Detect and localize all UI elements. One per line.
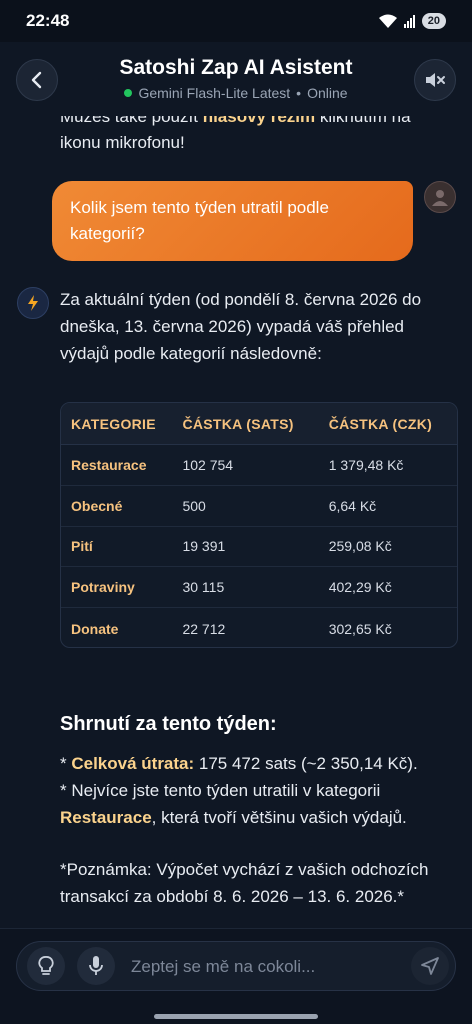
cell-sats: 500: [182, 497, 206, 514]
ai-intro-text: Za aktuální týden (od pondělí 8. června …: [60, 290, 422, 363]
cell-czk: 6,64 Kč: [328, 497, 377, 514]
speaker-muted-icon: [426, 73, 445, 87]
cell-czk: 1 379,48 Kč: [328, 456, 404, 473]
cell-sats: 22 712: [182, 620, 226, 637]
header-amount-sats: ČÁSTKA (SATS): [182, 415, 294, 432]
model-status: Gemini Flash-Lite Latest • Online: [0, 85, 472, 101]
ai-avatar: [17, 287, 49, 319]
lightbulb-icon: [38, 956, 54, 975]
user-message-bubble: Kolik jsem tento týden utratil podle kat…: [52, 181, 413, 261]
cell-czk: 302,65 Kč: [328, 620, 392, 637]
microphone-button[interactable]: [77, 947, 115, 985]
previous-ai-message: Můžeš také použít hlasový režim kliknutí…: [60, 116, 440, 156]
microphone-icon: [89, 956, 103, 975]
composer: [16, 941, 456, 991]
composer-bar: [0, 928, 472, 1024]
send-button[interactable]: [411, 947, 449, 985]
suggestions-button[interactable]: [27, 947, 65, 985]
send-icon: [421, 957, 439, 975]
table-header: KATEGORIE ČÁSTKA (SATS) ČÁSTKA (CZK): [61, 403, 457, 445]
status-icons: 20: [378, 13, 446, 29]
cell-category: Potraviny: [71, 579, 135, 596]
table-row: Restaurace 102 754 1 379,48 Kč: [61, 445, 457, 486]
calculation-note: *Poznámka: Výpočet vychází z vašich odch…: [60, 860, 429, 906]
voice-mode-highlight: hlasový režim: [202, 116, 316, 126]
summary-line-total: * Celková útrata: 175 472 sats (~2 350,1…: [60, 754, 418, 773]
total-spend-label: Celková útrata:: [71, 754, 195, 773]
cell-category: Donate: [71, 620, 119, 637]
battery-indicator: 20: [421, 13, 446, 29]
cell-sats: 30 115: [182, 579, 225, 596]
user-icon: [432, 190, 448, 206]
status-separator: •: [296, 85, 302, 101]
expense-table: KATEGORIE ČÁSTKA (SATS) ČÁSTKA (CZK) Res…: [60, 402, 458, 648]
chat-header: Satoshi Zap AI Asistent Gemini Flash-Lit…: [0, 42, 472, 116]
cell-czk: 402,29 Kč: [328, 579, 392, 596]
cell-czk: 259,08 Kč: [328, 538, 392, 555]
summary-line-top-category: * Nejvíce jste tento týden utratili v ka…: [60, 781, 407, 827]
table-row: Donate 22 712 302,65 Kč: [61, 608, 457, 647]
header-amount-czk: ČÁSTKA (CZK): [328, 415, 433, 432]
table-row: Obecné 500 6,64 Kč: [61, 486, 457, 527]
signal-icon: [403, 15, 415, 28]
online-dot: [124, 89, 133, 97]
chat-area[interactable]: Můžeš také použít hlasový režim kliknutí…: [0, 116, 472, 928]
mute-button[interactable]: [414, 59, 456, 101]
header-category: KATEGORIE: [71, 415, 156, 432]
assistant-title: Satoshi Zap AI Asistent: [119, 56, 353, 79]
summary-title: Shrnutí za tento týden:: [60, 713, 277, 735]
lightning-icon: [28, 295, 38, 311]
summary-text: * Celková útrata: 175 472 sats (~2 350,1…: [60, 750, 452, 831]
status-time: 22:48: [26, 11, 70, 30]
presence-status: Online: [307, 85, 348, 101]
wifi-icon: [378, 14, 397, 28]
top-category-label: Restaurace: [60, 808, 152, 827]
home-indicator: [154, 1014, 318, 1019]
cell-sats: 102 754: [182, 456, 234, 473]
user-avatar: [424, 181, 456, 213]
cell-sats: 19 391: [182, 538, 226, 555]
table-row: Pití 19 391 259,08 Kč: [61, 527, 457, 568]
cell-category: Obecné: [71, 497, 123, 514]
cell-category: Restaurace: [71, 456, 147, 473]
table-row: Potraviny 30 115 402,29 Kč: [61, 567, 457, 609]
status-bar: 22:48 20: [0, 0, 472, 42]
model-name: Gemini Flash-Lite Latest: [138, 85, 291, 101]
cell-category: Pití: [71, 538, 93, 555]
message-input[interactable]: [131, 955, 401, 979]
